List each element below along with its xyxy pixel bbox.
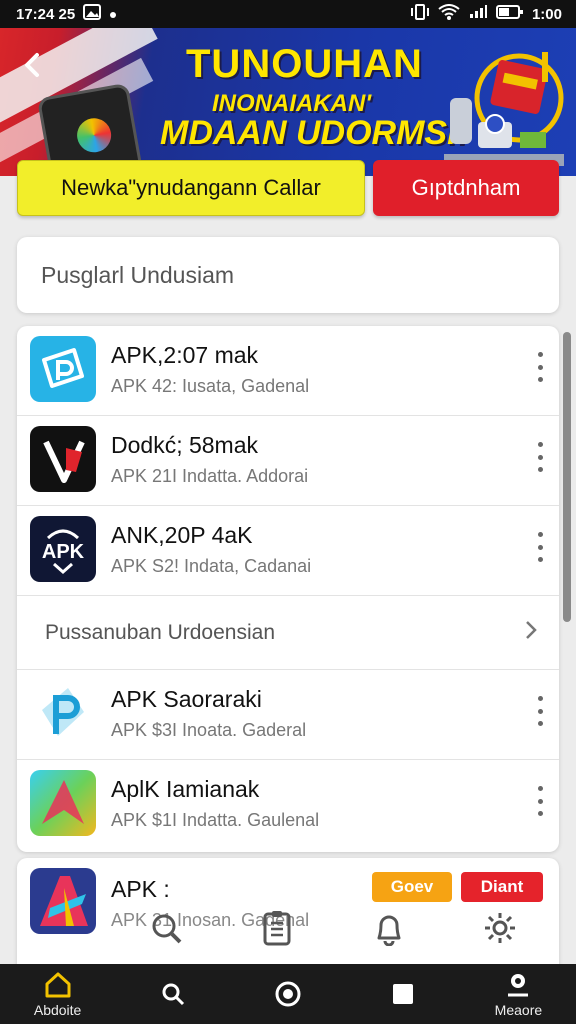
search-placeholder: Pusglarl Undusiam <box>41 261 235 288</box>
v-tag-icon <box>30 426 96 492</box>
app-subtitle: APK 42: Iusata, Gadenal <box>111 376 310 396</box>
tag-badge[interactable]: Diant <box>461 872 543 902</box>
list-item[interactable]: AplK Iamianak APK $1I Indatta. Gaulenal <box>17 760 559 850</box>
app-title: AplK Iamianak <box>111 776 260 802</box>
home-icon <box>43 970 73 1000</box>
banner-line-1: TUNOUHAN <box>186 42 423 86</box>
nav-profile[interactable]: Meaore <box>461 964 576 1024</box>
apk-logo-icon: APK <box>30 516 96 582</box>
bell-icon[interactable] <box>369 908 409 948</box>
scrollbar[interactable] <box>563 332 571 622</box>
notification-dot-icon <box>109 6 117 23</box>
svg-text:APK: APK <box>42 541 85 563</box>
settings-gear-icon[interactable] <box>480 908 520 948</box>
action-buttons: Newka"ynudangann Callar Gıptdnham <box>17 160 559 216</box>
app-subtitle: APK S2! Indata, Cadanai <box>111 556 312 576</box>
app-list: APK,2:07 mak APK 42: Iusata, Gadenal Dod… <box>17 326 559 852</box>
section-label: Pussanuban Urdoensian <box>45 620 275 644</box>
record-icon <box>273 979 303 1009</box>
back-arrow-icon[interactable] <box>18 50 48 88</box>
more-options-icon[interactable] <box>535 532 545 562</box>
search-input[interactable]: Pusglarl Undusiam <box>17 237 559 313</box>
floating-toolbar <box>110 900 556 956</box>
tag-badge[interactable]: Goev <box>372 872 452 902</box>
more-options-icon[interactable] <box>535 442 545 472</box>
app-title: ANK,20P 4aK <box>111 522 253 548</box>
list-item[interactable]: APK,2:07 mak APK 42: Iusata, Gadenal <box>17 326 559 416</box>
list-item[interactable]: APK ANK,20P 4aK APK S2! Indata, Cadanai <box>17 506 559 596</box>
section-header[interactable]: Pussanuban Urdoensian <box>17 596 559 670</box>
status-right-time: 1:00 <box>531 5 562 23</box>
status-bar: 17:24 25 1:00 <box>0 0 576 28</box>
promo-banner[interactable]: TUNOUHAN INONAIAKAN' MDAAN UDORMSI! <box>0 28 576 176</box>
gadgets-illustration <box>444 52 564 166</box>
camera-lens-icon <box>74 115 114 155</box>
list-item[interactable]: APK Saoraraki APK $3I Inoata. Gaderal <box>17 670 559 760</box>
status-time: 17:24 25 <box>16 5 76 23</box>
secondary-action-button[interactable]: Gıptdnham <box>373 160 559 216</box>
search-icon[interactable] <box>146 908 186 948</box>
nav-home[interactable]: Abdoite <box>0 964 115 1024</box>
gallery-icon <box>83 4 102 24</box>
app-title: APK : <box>111 876 170 902</box>
nav-search[interactable] <box>115 964 230 1024</box>
app-title: APK Saoraraki <box>111 686 262 712</box>
square-icon <box>388 979 418 1009</box>
more-options-icon[interactable] <box>535 786 545 816</box>
app-subtitle: APK $3I Inoata. Gaderal <box>111 720 307 740</box>
list-item[interactable]: Dodkć; 58mak APK 21I Indatta. Addorai <box>17 416 559 506</box>
more-options-icon[interactable] <box>535 352 545 382</box>
more-options-icon[interactable] <box>535 696 545 726</box>
nav-label: Meaore <box>494 1002 543 1018</box>
app-title: Dodkć; 58mak <box>111 432 259 458</box>
app-subtitle: APK 21I Indatta. Addorai <box>111 466 309 486</box>
wifi-icon <box>438 4 460 24</box>
nav-record[interactable] <box>230 964 345 1024</box>
app-title: APK,2:07 mak <box>111 342 259 368</box>
bottom-navigation: Abdoite Meaore <box>0 964 576 1024</box>
multicolor-a-icon <box>30 868 96 934</box>
signal-icon <box>468 4 488 24</box>
search-icon <box>158 979 188 1009</box>
chevron-right-icon[interactable] <box>523 618 539 649</box>
profile-icon <box>503 970 533 1000</box>
vibrate-icon <box>410 4 430 24</box>
app-subtitle: APK $1I Indatta. Gaulenal <box>111 810 320 830</box>
banner-line-3: MDAAN UDORMSI! <box>160 114 468 152</box>
battery-icon <box>495 4 524 24</box>
primary-action-button[interactable]: Newka"ynudangann Callar <box>17 160 365 216</box>
nav-label: Abdoite <box>33 1002 82 1018</box>
p-folder-icon <box>30 336 96 402</box>
nav-square[interactable] <box>346 964 461 1024</box>
p-logo-icon <box>30 680 96 746</box>
gradient-arrow-icon <box>30 770 96 836</box>
document-icon[interactable] <box>257 908 297 948</box>
